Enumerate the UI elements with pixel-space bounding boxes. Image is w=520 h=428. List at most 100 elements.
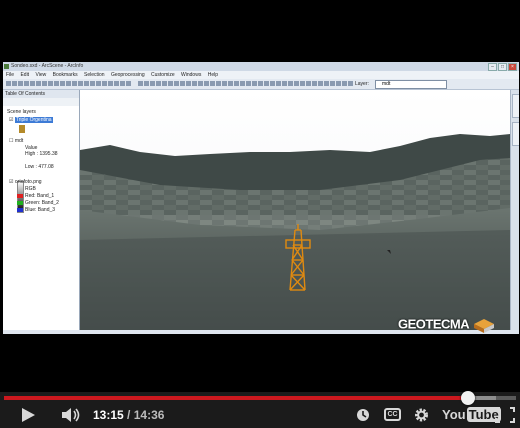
- toolbar-tool-icon[interactable]: [330, 81, 335, 86]
- toolbar-tool-icon[interactable]: [168, 81, 173, 86]
- toolbar-tool-icon[interactable]: [264, 81, 269, 86]
- toolbar-tool-icon[interactable]: [120, 81, 125, 86]
- green-label: Green:: [25, 200, 41, 206]
- toolbar-tool-icon[interactable]: [276, 81, 281, 86]
- toolbar-tool-icon[interactable]: [282, 81, 287, 86]
- dock-tab-1[interactable]: [512, 94, 519, 118]
- toolbar-tool-icon[interactable]: [300, 81, 305, 86]
- layer-select[interactable]: mdt: [375, 80, 447, 89]
- toolbar-tool-icon[interactable]: [186, 81, 191, 86]
- toolbar-tool-icon[interactable]: [342, 81, 347, 86]
- band-green: Green: Band_2: [17, 200, 59, 206]
- toolbar-tool-icon[interactable]: [78, 81, 83, 86]
- window-title: Sondeo.sxd - ArcScene - ArcInfo: [11, 63, 84, 69]
- toolbar-tool-icon[interactable]: [192, 81, 197, 86]
- toolbar-tool-icon[interactable]: [210, 81, 215, 86]
- toolbar-tool-icon[interactable]: [348, 81, 353, 86]
- captions-label: CC: [387, 411, 398, 418]
- toolbar-tool-icon[interactable]: [222, 81, 227, 86]
- toolbar-tool-icon[interactable]: [258, 81, 263, 86]
- menu-file[interactable]: File: [6, 72, 14, 78]
- dock-tab-2[interactable]: [512, 122, 519, 146]
- toolbar-tool-icon[interactable]: [162, 81, 167, 86]
- toolbar-tool-icon[interactable]: [84, 81, 89, 86]
- toolbar-tool-icon[interactable]: [72, 81, 77, 86]
- toolbar-tool-icon[interactable]: [54, 81, 59, 86]
- toolbar-tool-icon[interactable]: [102, 81, 107, 86]
- layer-checkbox[interactable]: ☑: [9, 117, 13, 123]
- toolbar-tool-icon[interactable]: [216, 81, 221, 86]
- toolbar-tool-icon[interactable]: [114, 81, 119, 86]
- menu-windows[interactable]: Windows: [181, 72, 201, 78]
- toolbar-tool-icon[interactable]: [294, 81, 299, 86]
- menu-edit[interactable]: Edit: [20, 72, 29, 78]
- scene-layers-node[interactable]: Scene layers: [7, 109, 36, 115]
- toolbar-tool-icon[interactable]: [234, 81, 239, 86]
- toolbar-tool-icon[interactable]: [318, 81, 323, 86]
- layer-row-1[interactable]: ☑ Triple Orgentina: [9, 117, 53, 123]
- toolbar-tool-icon[interactable]: [36, 81, 41, 86]
- app-icon: [4, 64, 9, 69]
- toolbar-tool-icon[interactable]: [24, 81, 29, 86]
- progress-bar[interactable]: [4, 391, 516, 405]
- toolbar-tool-icon[interactable]: [336, 81, 341, 86]
- toolbar-tool-icon[interactable]: [48, 81, 53, 86]
- toolbar-tool-icon[interactable]: [306, 81, 311, 86]
- toolbar-tool-icon[interactable]: [246, 81, 251, 86]
- menu-view[interactable]: View: [35, 72, 46, 78]
- close-icon[interactable]: ×: [508, 63, 517, 71]
- layer-checkbox[interactable]: ☑: [9, 179, 13, 185]
- toolbar-tool-icon[interactable]: [228, 81, 233, 86]
- toolbar-tool-icon[interactable]: [126, 81, 131, 86]
- youtube-logo[interactable]: You Tube: [442, 406, 501, 424]
- cube-logo-icon: [473, 319, 494, 333]
- toolbar-tool-icon[interactable]: [60, 81, 65, 86]
- layer-row-3[interactable]: ☑ ortofoto.png: [9, 179, 42, 185]
- toolbar-tool-icon[interactable]: [288, 81, 293, 86]
- toolbar-tool-icon[interactable]: [42, 81, 47, 86]
- menu-selection[interactable]: Selection: [84, 72, 105, 78]
- menu-geoprocessing[interactable]: Geoprocessing: [111, 72, 145, 78]
- toolbar-tool-icon[interactable]: [90, 81, 95, 86]
- layer-label-ortofoto: ortofoto.png: [14, 179, 42, 185]
- toolbar-tool-icon[interactable]: [30, 81, 35, 86]
- play-icon[interactable]: [22, 408, 35, 422]
- volume-icon[interactable]: [60, 407, 82, 423]
- toolbar-tool-icon[interactable]: [156, 81, 161, 86]
- toolbar-tool-icon[interactable]: [174, 81, 179, 86]
- toolbar-tool-icon[interactable]: [150, 81, 155, 86]
- toolbar-tool-icon[interactable]: [138, 81, 143, 86]
- green-swatch: [17, 200, 23, 205]
- watch-later-icon[interactable]: [356, 407, 370, 423]
- captions-button[interactable]: CC: [384, 408, 401, 421]
- toolbar-tool-icon[interactable]: [198, 81, 203, 86]
- toolbar-tool-icon[interactable]: [12, 81, 17, 86]
- scene-layers-label: Scene layers: [7, 109, 36, 115]
- toolbar-tool-icon[interactable]: [6, 81, 11, 86]
- toolbar-tool-icon[interactable]: [312, 81, 317, 86]
- window-titlebar: Sondeo.sxd - ArcScene - ArcInfo – □ ×: [3, 62, 519, 71]
- toolbar-tool-icon[interactable]: [270, 81, 275, 86]
- toolbar-tool-icon[interactable]: [144, 81, 149, 86]
- fullscreen-icon[interactable]: [495, 407, 515, 423]
- layer-row-2[interactable]: ☐ mdt: [9, 138, 23, 144]
- toolbar-tool-icon[interactable]: [180, 81, 185, 86]
- layer-checkbox[interactable]: ☐: [9, 138, 13, 144]
- toolbar-tool-icon[interactable]: [204, 81, 209, 86]
- menu-bookmarks[interactable]: Bookmarks: [53, 72, 78, 78]
- toolbar-tool-icon[interactable]: [66, 81, 71, 86]
- scene-3d-view[interactable]: [80, 90, 510, 330]
- minimize-icon[interactable]: –: [488, 63, 497, 71]
- toolbar-tool-icon[interactable]: [96, 81, 101, 86]
- toolbar-tool-icon[interactable]: [252, 81, 257, 86]
- played-bar: [4, 396, 469, 400]
- toolbar-tool-icon[interactable]: [108, 81, 113, 86]
- toolbar-tool-icon[interactable]: [18, 81, 23, 86]
- video-frame[interactable]: Sondeo.sxd - ArcScene - ArcInfo – □ × Fi…: [0, 0, 520, 392]
- menu-customize[interactable]: Customize: [151, 72, 175, 78]
- toolbar-tool-icon[interactable]: [240, 81, 245, 86]
- menu-help[interactable]: Help: [208, 72, 218, 78]
- settings-gear-icon[interactable]: [413, 407, 430, 423]
- maximize-icon[interactable]: □: [498, 63, 507, 71]
- toolbar-tool-icon[interactable]: [324, 81, 329, 86]
